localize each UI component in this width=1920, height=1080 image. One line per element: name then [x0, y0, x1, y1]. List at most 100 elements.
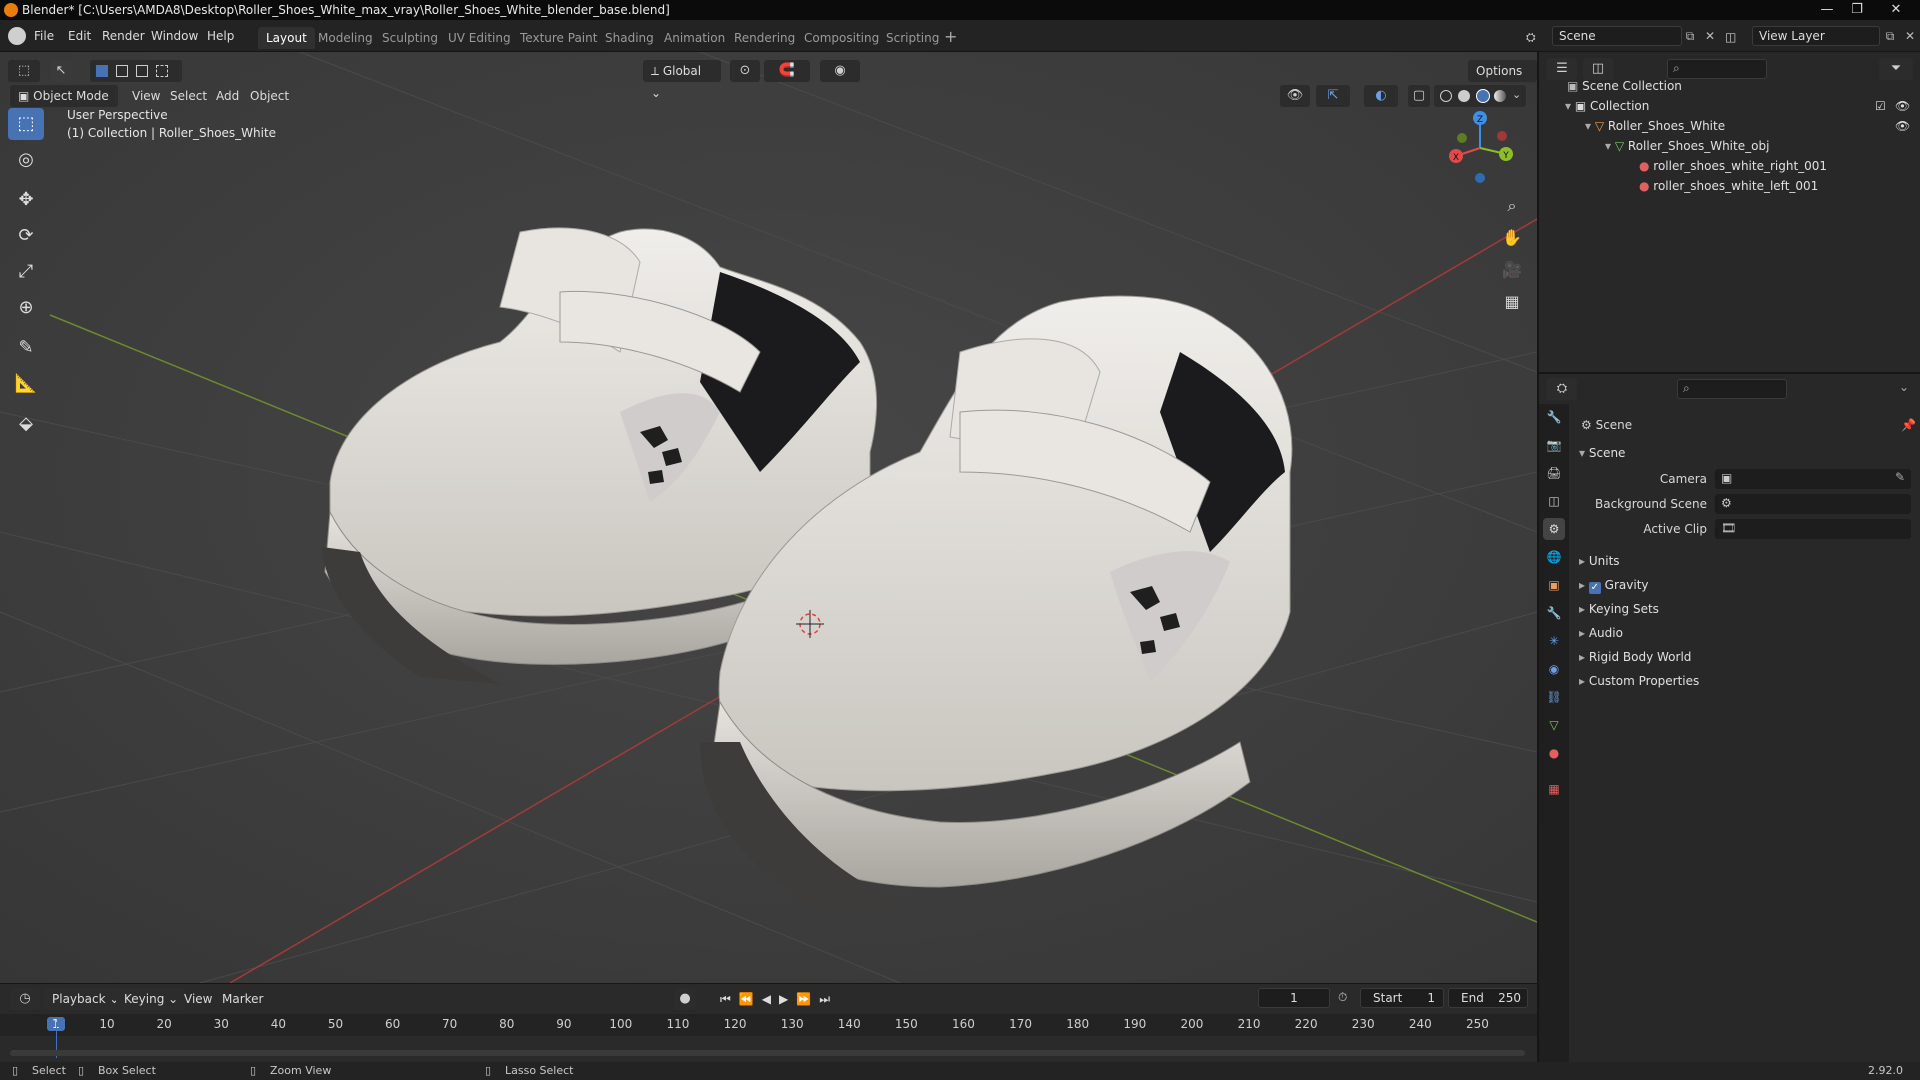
properties-search-input[interactable] — [1677, 379, 1787, 399]
tab-compositing[interactable]: Compositing — [796, 27, 887, 49]
play-reverse-icon[interactable]: ◀ — [762, 992, 779, 1006]
tab-rendering[interactable]: Rendering — [726, 27, 803, 49]
playback-dropdown[interactable]: Playback ⌄ — [44, 988, 128, 1010]
proportional-edit-icon[interactable]: ◉ — [820, 60, 860, 82]
viewport-menu-select[interactable]: Select — [164, 86, 213, 106]
texture-tab-icon[interactable]: ▦ — [1543, 778, 1565, 800]
add-cube-tool-icon[interactable]: ⬙ — [8, 408, 44, 440]
object-mode-dropdown[interactable]: ▣ Object Mode ⌄ — [10, 85, 118, 125]
rigid-body-world-panel-header[interactable]: ▸ Rigid Body World — [1579, 646, 1919, 668]
visibility-eye-icon[interactable]: 👁 — [1895, 116, 1910, 136]
custom-properties-panel-header[interactable]: ▸ Custom Properties — [1579, 670, 1919, 692]
tab-scripting[interactable]: Scripting — [878, 27, 947, 49]
visibility-eye-icon[interactable]: 👁 — [1895, 96, 1910, 116]
jump-start-icon[interactable]: ⏮ — [720, 992, 739, 1006]
tab-layout[interactable]: Layout — [258, 27, 315, 49]
pivot-point-icon[interactable]: ⊙ — [730, 60, 760, 82]
visibility-icon[interactable]: 👁 — [1280, 85, 1310, 107]
outliner-row-collection[interactable]: ▾ ▣ Collection ☑ 👁 — [1539, 96, 1920, 116]
select-mode-icon[interactable]: ↖ — [50, 60, 72, 82]
camera-view-icon[interactable]: 🎥 — [1498, 256, 1526, 284]
selection-mode-group[interactable] — [90, 60, 182, 82]
xray-icon[interactable]: ▢ — [1408, 85, 1430, 107]
audio-panel-header[interactable]: ▸ Audio — [1579, 622, 1919, 644]
gizmo-toggle-icon[interactable]: ⇱ — [1316, 85, 1350, 107]
modifier-tab-icon[interactable]: 🔧 — [1543, 602, 1565, 624]
mesh-data-tab-icon[interactable]: ▽ — [1543, 714, 1565, 736]
cursor-tool-icon[interactable]: ◎ — [8, 144, 44, 176]
navigation-gizmo[interactable]: Z Y X — [1440, 108, 1520, 188]
gravity-panel-header[interactable]: ▸ ✓ Gravity — [1579, 574, 1919, 596]
active-clip-field[interactable]: 🎞 — [1715, 519, 1911, 539]
expand-arrow-icon[interactable]: ▾ — [1605, 139, 1615, 153]
end-frame-field[interactable]: End 250 — [1448, 988, 1528, 1008]
keying-dropdown[interactable]: Keying ⌄ — [116, 988, 187, 1010]
properties-chevron-icon[interactable]: ⌄ — [1899, 380, 1909, 394]
transform-tool-icon[interactable]: ⊕ — [8, 292, 44, 324]
particles-tab-icon[interactable]: ✳ — [1543, 630, 1565, 652]
invert-selection-icon[interactable] — [156, 65, 168, 77]
timeline-menu-marker[interactable]: Marker — [216, 989, 269, 1009]
scene-browse-icon[interactable]: ⛭ — [1526, 27, 1548, 47]
current-frame-field[interactable]: 1 — [1258, 988, 1330, 1008]
pan-hand-icon[interactable]: ✋ — [1498, 224, 1526, 252]
viewport-menu-add[interactable]: Add — [210, 86, 245, 106]
tab-sculpting[interactable]: Sculpting — [374, 27, 446, 49]
set-selection-icon[interactable] — [96, 65, 108, 77]
start-frame-field[interactable]: Start 1 — [1360, 988, 1444, 1008]
material-preview-icon[interactable] — [1476, 89, 1490, 103]
menu-window[interactable]: Window — [145, 26, 204, 46]
material-tab-icon[interactable]: ● — [1543, 742, 1565, 764]
object-tab-icon[interactable]: ▣ — [1543, 574, 1565, 596]
timeline-scrollbar[interactable] — [10, 1050, 1525, 1056]
menu-help[interactable]: Help — [201, 26, 240, 46]
scene-panel-header[interactable]: ▾ Scene — [1579, 442, 1919, 464]
snap-icon[interactable]: 🧲 — [764, 60, 810, 82]
timeline-menu-view[interactable]: View — [178, 989, 218, 1009]
preview-range-icon[interactable]: ⏱ — [1338, 990, 1347, 1005]
viewport-menu-object[interactable]: Object — [244, 86, 295, 106]
jump-keyframe-back-icon[interactable]: ⏪ — [739, 992, 762, 1006]
subtract-selection-icon[interactable] — [136, 65, 148, 77]
pin-icon[interactable]: 📌 — [1901, 418, 1916, 432]
menu-render[interactable]: Render — [96, 26, 151, 46]
rendered-shading-icon[interactable] — [1494, 90, 1506, 102]
measure-tool-icon[interactable]: 📐 — [8, 368, 44, 400]
timeline-editor-type-icon[interactable]: ◷ — [10, 988, 40, 1010]
add-workspace-icon[interactable]: + — [944, 29, 957, 45]
camera-field[interactable]: ▣ ✎ — [1715, 469, 1911, 489]
background-scene-field[interactable]: ⚙ — [1715, 494, 1911, 514]
minimize-icon[interactable]: — — [1812, 0, 1842, 20]
eyedropper-icon[interactable]: ✎ — [1895, 470, 1905, 484]
include-checkbox-icon[interactable]: ☑ — [1875, 96, 1886, 116]
outliner-row-right-material[interactable]: ● roller_shoes_white_right_001 — [1539, 156, 1920, 176]
transform-orientation-dropdown[interactable]: ⟂ Global ⌄ — [643, 60, 721, 100]
blender-menu-icon[interactable] — [8, 27, 26, 45]
expand-arrow-icon[interactable]: ▾ — [1565, 99, 1575, 113]
menu-file[interactable]: File — [28, 26, 60, 46]
outliner-row-roller-shoes-white[interactable]: ▾ ▽ Roller_Shoes_White 👁 — [1539, 116, 1920, 136]
tab-texture-paint[interactable]: Texture Paint — [512, 27, 605, 49]
frame-ruler[interactable]: 1102030405060708090100110120130140150160… — [0, 1014, 1537, 1036]
wireframe-shading-icon[interactable] — [1440, 90, 1452, 102]
solid-shading-icon[interactable] — [1458, 90, 1470, 102]
outliner-row-scene-collection[interactable]: ▣ Scene Collection — [1539, 76, 1920, 96]
maximize-icon[interactable]: ❐ — [1842, 0, 1872, 20]
scene-field[interactable]: Scene — [1552, 26, 1682, 46]
play-icon[interactable]: ▶ — [779, 992, 796, 1006]
keying-sets-panel-header[interactable]: ▸ Keying Sets — [1579, 598, 1919, 620]
gravity-checkbox[interactable]: ✓ — [1588, 582, 1601, 594]
shading-chevron-icon[interactable]: ⌄ — [1512, 88, 1521, 101]
record-icon[interactable]: ● — [674, 988, 696, 1010]
viewport-menu-view[interactable]: View — [126, 86, 166, 106]
view-layer-field[interactable]: View Layer — [1752, 26, 1880, 46]
menu-edit[interactable]: Edit — [62, 26, 97, 46]
outliner-row-left-material[interactable]: ● roller_shoes_white_left_001 — [1539, 176, 1920, 196]
move-tool-icon[interactable]: ✥ — [8, 184, 44, 216]
jump-keyframe-forward-icon[interactable]: ⏩ — [796, 992, 819, 1006]
jump-end-icon[interactable]: ⏭ — [819, 992, 838, 1006]
3d-viewport[interactable]: ⬚ ↖ ⟂ Global ⌄ ⊙ 🧲 ◉ Options ⌄ ▣ Object … — [0, 52, 1537, 983]
tab-shading[interactable]: Shading — [597, 27, 662, 49]
ortho-grid-icon[interactable]: ▦ — [1498, 288, 1526, 316]
playback-controls[interactable]: ⏮⏪◀▶⏩⏭ — [720, 988, 854, 1010]
